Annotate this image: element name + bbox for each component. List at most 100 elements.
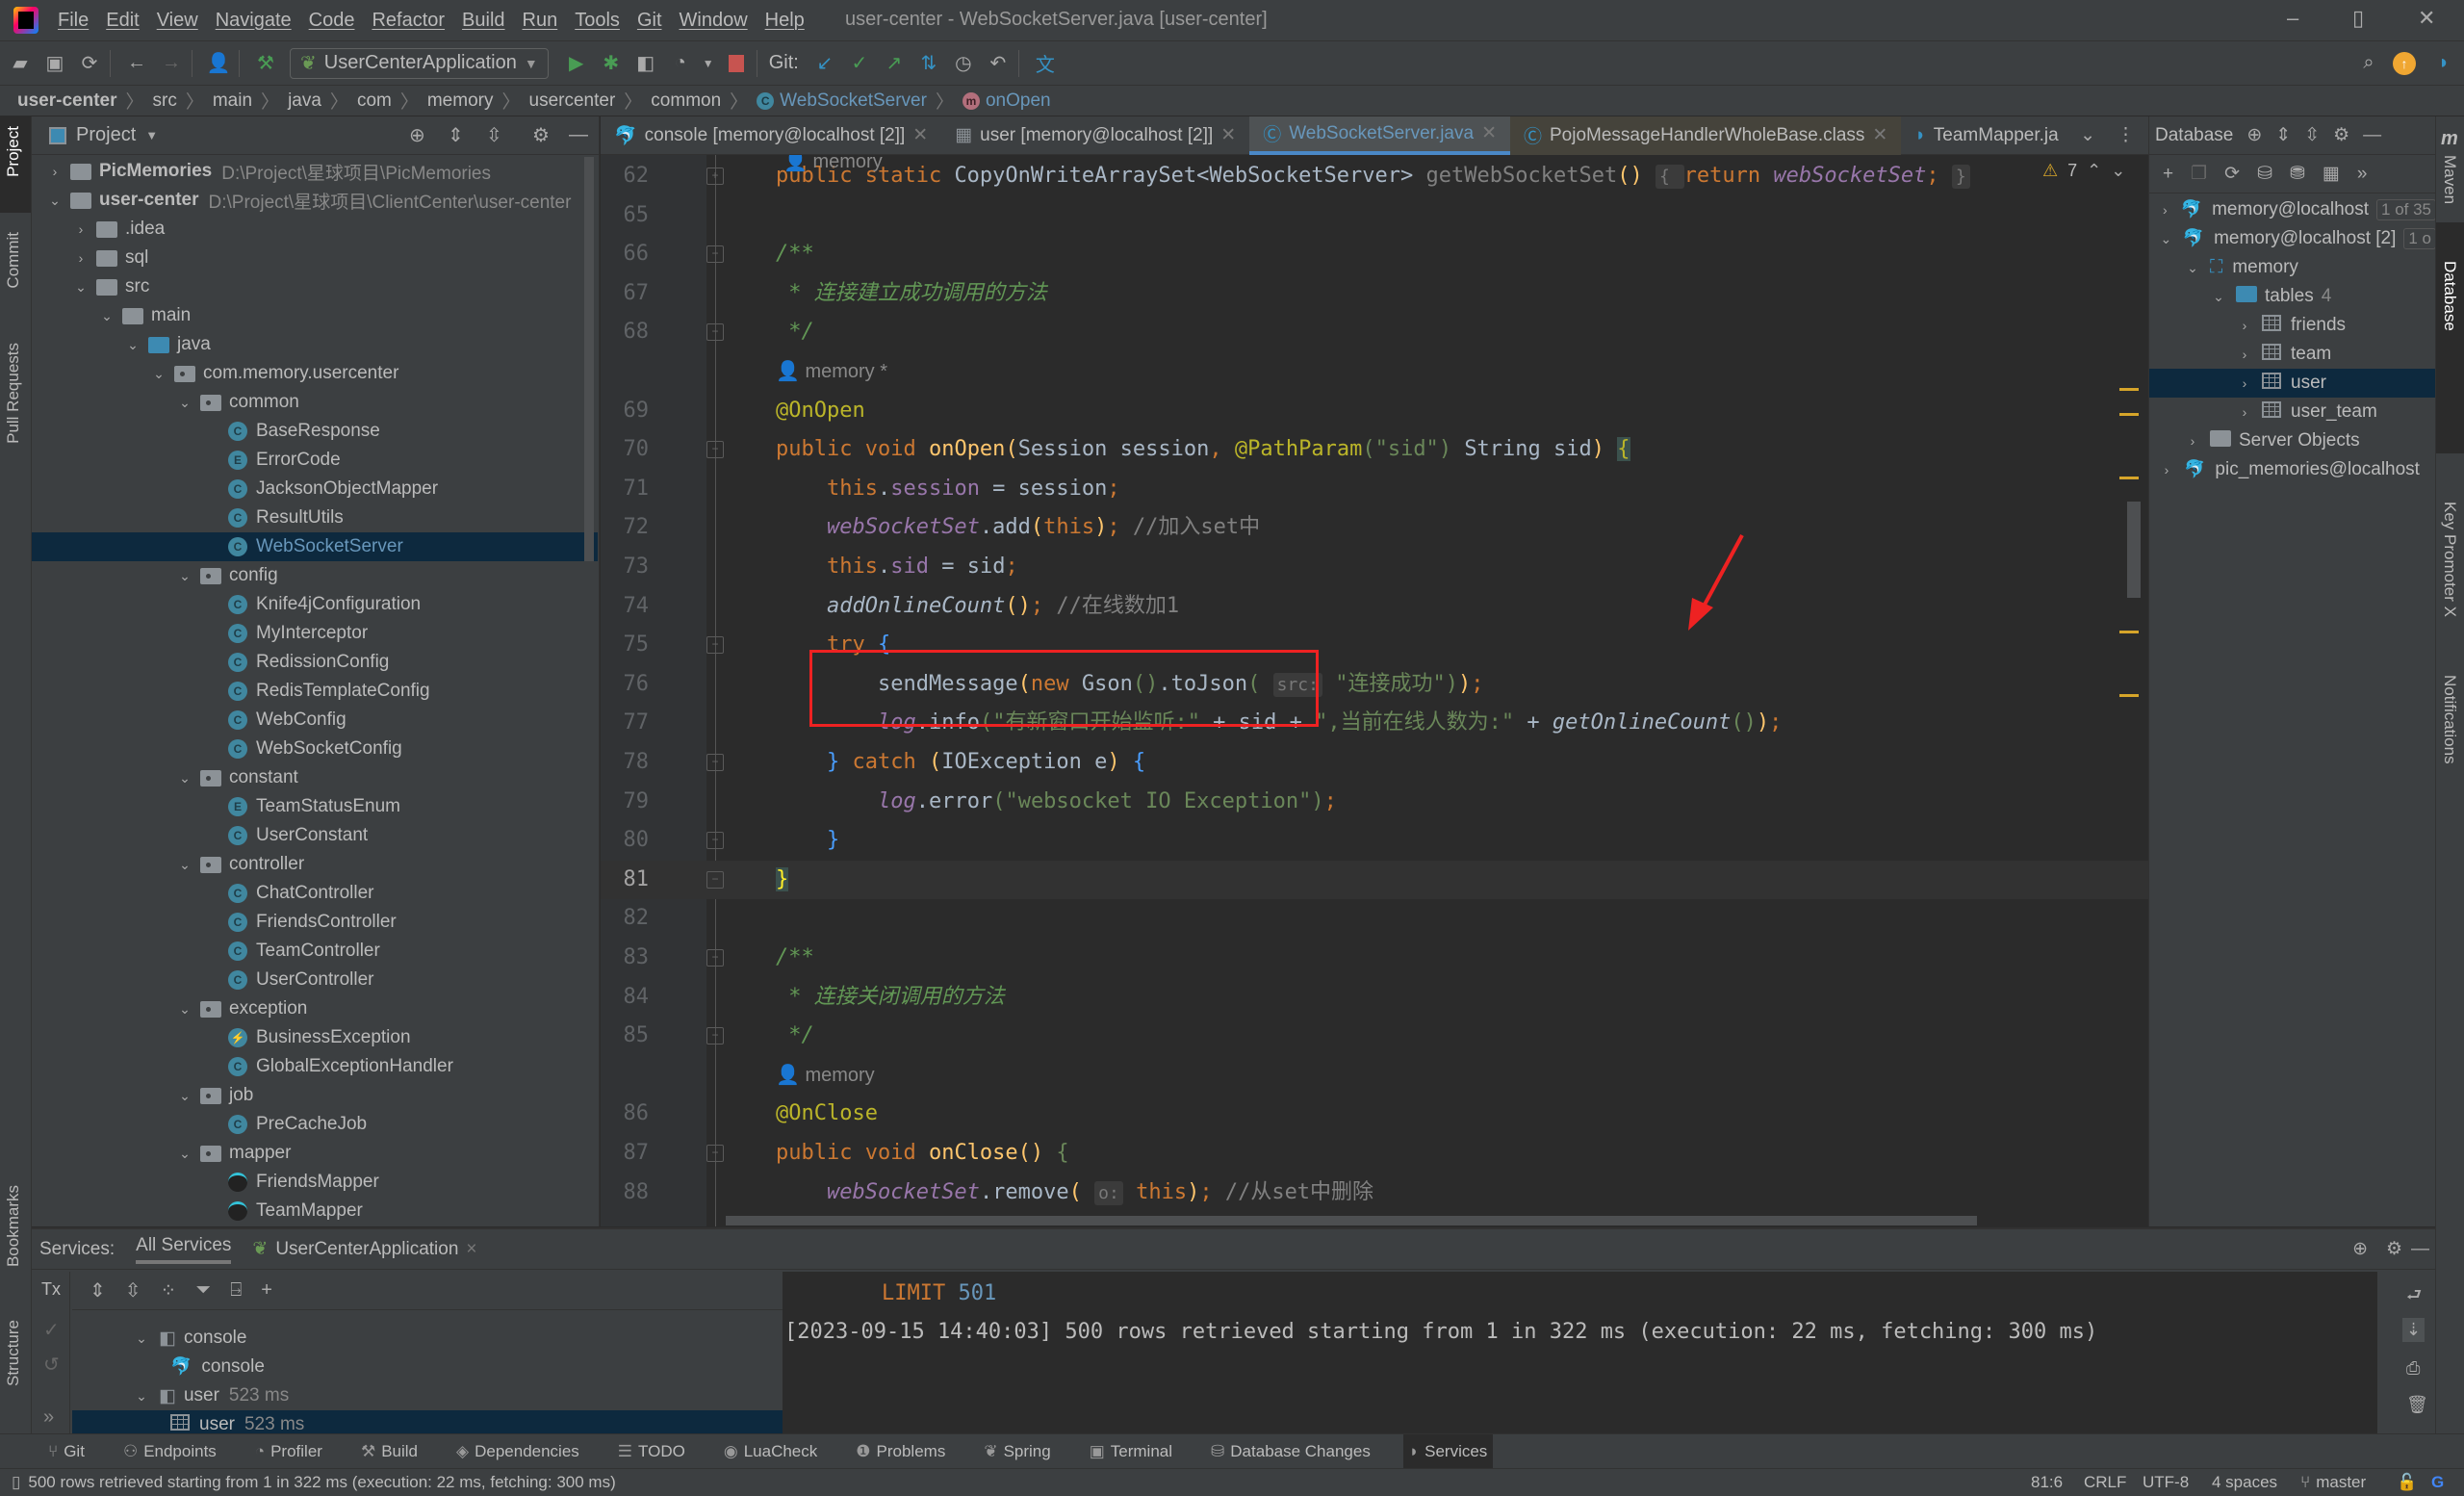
tool-window-pull-requests[interactable]: Pull Requests [4, 343, 23, 444]
more-tabs-icon[interactable]: ⋮ [2117, 124, 2135, 146]
filter-icon[interactable]: ⏷ [195, 1279, 211, 1302]
tool-window-terminal[interactable]: ▣ Terminal [1084, 1434, 1178, 1469]
menu-window[interactable]: Window [680, 10, 748, 32]
database-tree-item[interactable]: › user [2149, 369, 2436, 398]
menu-navigate[interactable]: Navigate [216, 10, 292, 32]
project-tree-item[interactable]: › .idea [32, 215, 598, 244]
project-tree-item[interactable]: C JacksonObjectMapper [32, 475, 598, 503]
menu-file[interactable]: File [58, 10, 89, 32]
back-icon[interactable]: ← [122, 49, 151, 78]
chevron-right-icon[interactable]: › [2156, 202, 2173, 218]
breadcrumb-item[interactable]: onOpen [986, 90, 1051, 112]
project-tree-item[interactable]: ⌄ job [32, 1081, 598, 1110]
git-commit-icon[interactable]: ✓ [845, 49, 874, 78]
chevron-down-icon[interactable]: ⌄ [175, 770, 194, 787]
chevron-right-icon[interactable]: › [2157, 462, 2176, 477]
project-tree-item[interactable]: ⌄ main [32, 301, 598, 330]
code-line[interactable]: 65 [601, 196, 2148, 235]
code-line[interactable]: 83 /** [601, 939, 2148, 977]
fold-marker-icon[interactable]: − [706, 441, 724, 459]
menu-tools[interactable]: Tools [575, 10, 620, 32]
table-editor-icon[interactable]: ▦ [2323, 163, 2340, 185]
project-tree-item[interactable]: C TeamController [32, 937, 598, 966]
status-panel-icon[interactable]: ▯ [12, 1473, 20, 1492]
chevron-down-icon[interactable]: ⌄ [123, 337, 142, 353]
project-tree-item[interactable]: C UserController [32, 966, 598, 994]
database-tree-item[interactable]: ⌄ ⛶ memory [2149, 253, 2436, 282]
tool-window-key-promoter[interactable]: Key Promoter X [2440, 502, 2459, 617]
caret-position[interactable]: 81:6 [2031, 1473, 2063, 1492]
line-separator[interactable]: CRLF [2084, 1473, 2126, 1492]
hide-icon[interactable]: — [2411, 1239, 2429, 1260]
collapse-all-icon[interactable]: ⇳ [486, 123, 502, 147]
chevron-right-icon[interactable]: › [2235, 404, 2254, 420]
tool-window-bookmarks[interactable]: Bookmarks [4, 1185, 23, 1267]
fold-marker-icon[interactable]: − [706, 832, 724, 850]
git-compare-icon[interactable]: ⇅ [914, 49, 943, 78]
fold-marker-icon[interactable]: − [706, 245, 724, 264]
tool-window-database[interactable]: Database [2440, 261, 2459, 331]
close-tab-icon[interactable]: ✕ [1220, 124, 1236, 146]
chevron-down-icon[interactable]: ▼ [145, 128, 158, 142]
project-tree-item[interactable]: › sql [32, 244, 598, 272]
project-tree-item[interactable]: E ErrorCode [32, 446, 598, 475]
project-tree-item[interactable]: › PicMemories D:\Project\星球项目\PicMemories [32, 157, 598, 186]
fold-marker-icon[interactable]: − [706, 949, 724, 967]
project-tree-item[interactable]: ⌄ java [32, 330, 598, 359]
project-tree-item[interactable]: ⌄ config [32, 561, 598, 590]
project-tree-item[interactable]: C WebSocketConfig [32, 735, 598, 763]
chevron-right-icon[interactable]: › [71, 221, 90, 237]
editor-tab[interactable]: Ⓒ PojoMessageHandlerWholeBase.class ✕ [1509, 116, 1902, 155]
database-tree-item[interactable]: › friends [2149, 311, 2436, 340]
soft-wrap-icon[interactable]: ⮐ [2406, 1283, 2422, 1312]
new-tab-icon[interactable]: ⍈ [230, 1279, 242, 1302]
indent-setting[interactable]: 4 spaces [2212, 1473, 2277, 1492]
database-tree-item[interactable]: › Server Objects [2149, 426, 2436, 455]
database-tree-item[interactable]: › 🐬 pic_memories@localhost [2149, 455, 2436, 484]
minimize-button[interactable]: – [2287, 6, 2298, 31]
more-icon[interactable]: » [43, 1406, 54, 1429]
code-line[interactable]: 70 public void onOpen(Session session, @P… [601, 430, 2148, 469]
editor-scrollbar[interactable] [2119, 184, 2146, 1224]
clear-all-icon[interactable]: 🗑 [2406, 1395, 2428, 1415]
fold-marker-icon[interactable]: − [706, 636, 724, 655]
hide-icon[interactable]: — [2363, 125, 2381, 146]
group-by-icon[interactable]: ⁘ [161, 1278, 177, 1303]
project-tree-item[interactable]: ⌄ constant [32, 763, 598, 792]
code-line[interactable]: 73 this.sid = sid; [601, 548, 2148, 586]
code-line[interactable]: 86 @OnClose [601, 1095, 2148, 1133]
menu-build[interactable]: Build [462, 10, 504, 32]
project-tree-item[interactable]: ⌄ common [32, 388, 598, 417]
project-tree-item[interactable]: C PreCacheJob [32, 1110, 598, 1139]
tool-window-notifications[interactable]: Notifications [2440, 675, 2459, 764]
scroll-to-end-icon[interactable]: ⇣ [2402, 1318, 2426, 1342]
project-tree-item[interactable]: E TeamStatusEnum [32, 792, 598, 821]
code-line[interactable]: 78 } catch (IOException e) { [601, 743, 2148, 782]
chevron-down-icon[interactable]: ⌄ [175, 1146, 194, 1162]
hide-icon[interactable]: — [569, 124, 588, 146]
code-line[interactable]: 69 @OnOpen [601, 392, 2148, 430]
google-translate-icon[interactable]: G [2431, 1473, 2444, 1492]
database-tree-item[interactable]: › user_team [2149, 398, 2436, 426]
chevron-down-icon[interactable]: ⌄ [149, 366, 168, 382]
tool-window-project[interactable]: Project [4, 126, 23, 177]
breadcrumb-item[interactable]: src [153, 90, 177, 112]
menu-help[interactable]: Help [765, 10, 805, 32]
git-branch[interactable]: ⑂ master [2300, 1473, 2366, 1492]
chevron-down-icon[interactable]: ⌄ [2157, 231, 2175, 247]
project-tree-item[interactable]: C WebSocketServer [32, 532, 598, 561]
locate-icon[interactable]: ⊕ [2352, 1238, 2368, 1260]
add-datasource-icon[interactable]: + [2163, 164, 2173, 185]
breadcrumb-item[interactable]: WebSocketServer [780, 90, 927, 112]
code-line[interactable]: 79 log.error("websocket IO Exception"); [601, 783, 2148, 821]
database-tree-item[interactable]: ⌄ 🐬 memory@localhost [2] 1 o [2149, 224, 2437, 253]
tool-window-build[interactable]: ⚒ Build [355, 1434, 424, 1469]
chevron-down-icon[interactable]: ⌄ [97, 308, 116, 324]
menu-refactor[interactable]: Refactor [372, 10, 445, 32]
fold-marker-icon[interactable]: − [706, 754, 724, 771]
code-line[interactable]: 85 */ [601, 1017, 2148, 1055]
project-tree-item[interactable]: ⌄ mapper [32, 1139, 598, 1168]
code-line[interactable]: 81} [601, 860, 2148, 899]
more-run-chevron-icon[interactable]: ▼ [701, 49, 716, 78]
code-line[interactable]: 74 addOnlineCount(); //在线数加1 [601, 587, 2148, 626]
